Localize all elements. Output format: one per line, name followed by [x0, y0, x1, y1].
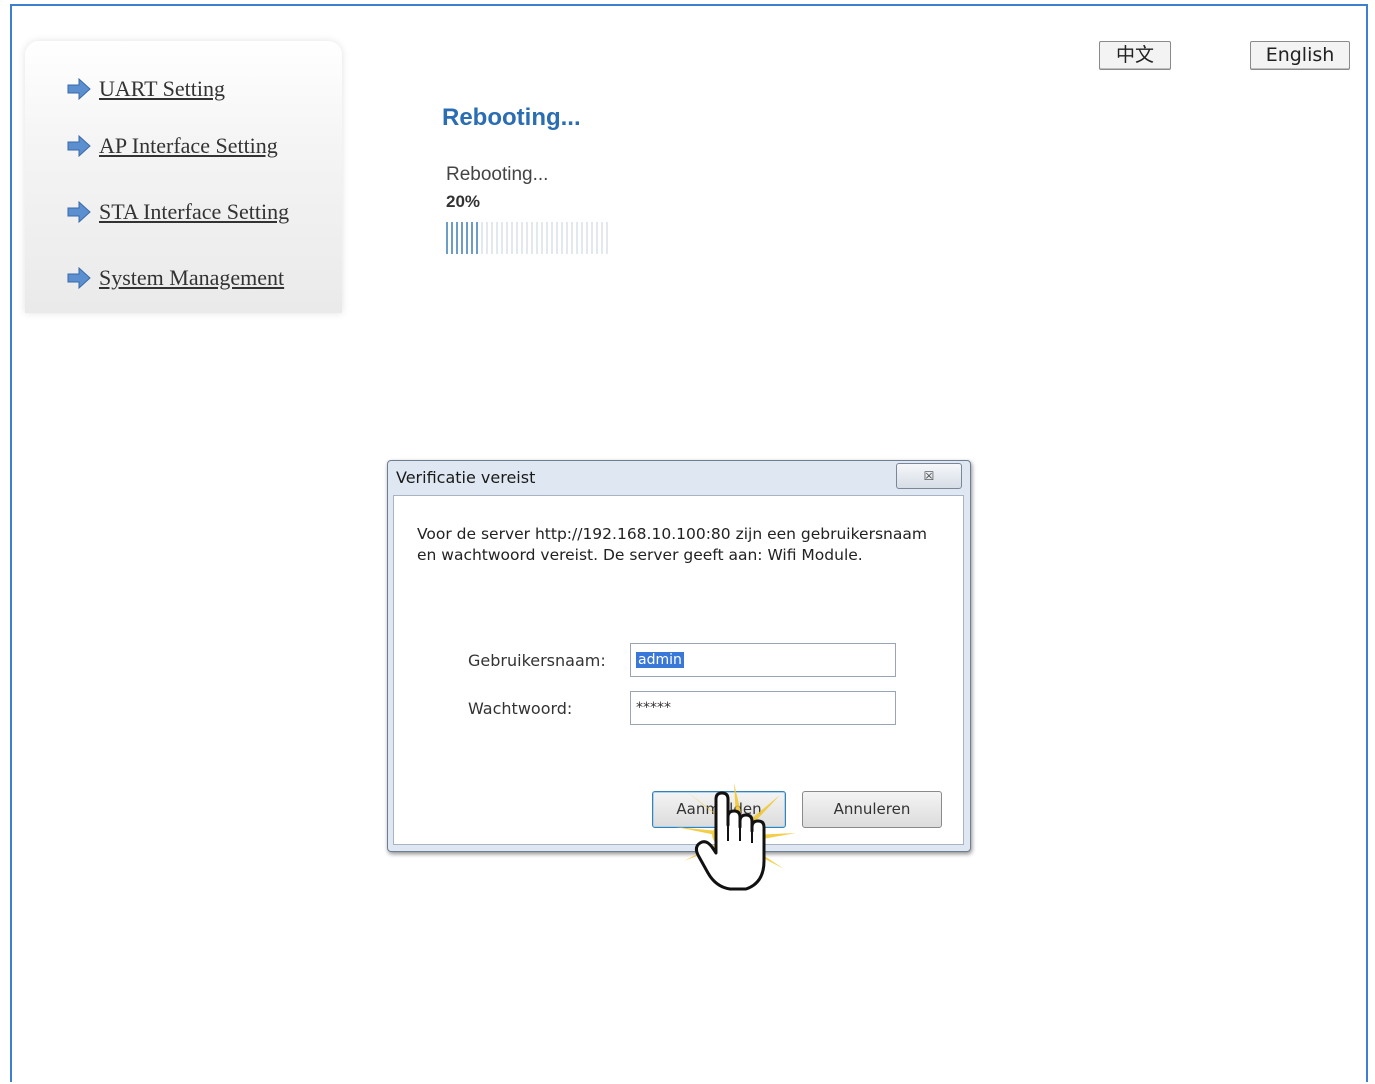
reboot-progress-bar — [446, 222, 608, 254]
dialog-message: Voor de server http://192.168.10.100:80 … — [417, 525, 927, 564]
sidebar-item-uart-setting[interactable]: UART Setting — [67, 76, 225, 102]
sidebar-item-ap-interface-setting[interactable]: AP Interface Setting — [67, 133, 278, 159]
english-language-button[interactable]: English — [1250, 41, 1350, 70]
arrow-right-icon — [67, 135, 91, 157]
reboot-status-text: Rebooting... — [446, 164, 549, 185]
cancel-button[interactable]: Annuleren — [802, 791, 942, 828]
password-value: ***** — [636, 700, 671, 716]
sidebar-item-system-management[interactable]: System Management — [67, 265, 284, 291]
username-value: admin — [636, 652, 684, 668]
arrow-right-icon — [67, 78, 91, 100]
sidebar: UART Setting AP Interface Setting STA In… — [25, 41, 342, 313]
username-field[interactable]: admin — [630, 643, 896, 677]
chinese-language-button[interactable]: 中文 — [1099, 41, 1171, 70]
sidebar-item-label: UART Setting — [99, 76, 226, 101]
auth-dialog: Verificatie vereist ☒ Voor de server htt… — [387, 460, 971, 852]
dialog-body: Voor de server http://192.168.10.100:80 … — [393, 495, 964, 845]
login-button[interactable]: Aanmelden — [652, 791, 786, 828]
sidebar-item-sta-interface-setting[interactable]: STA Interface Setting — [67, 199, 289, 225]
progress-bar-fill — [446, 222, 479, 254]
password-label: Wachtwoord: — [468, 699, 573, 718]
close-icon[interactable]: ☒ — [896, 463, 962, 489]
arrow-right-icon — [67, 267, 91, 289]
password-field[interactable]: ***** — [630, 691, 896, 725]
dialog-title: Verificatie vereist — [396, 468, 536, 487]
arrow-right-icon — [67, 201, 91, 223]
sidebar-item-label: System Management — [99, 265, 285, 290]
reboot-progress-percent: 20% — [446, 192, 481, 211]
page-title: Rebooting... — [442, 104, 581, 131]
username-label: Gebruikersnaam: — [468, 651, 606, 670]
sidebar-item-label: AP Interface Setting — [99, 133, 278, 158]
sidebar-item-label: STA Interface Setting — [99, 199, 290, 224]
